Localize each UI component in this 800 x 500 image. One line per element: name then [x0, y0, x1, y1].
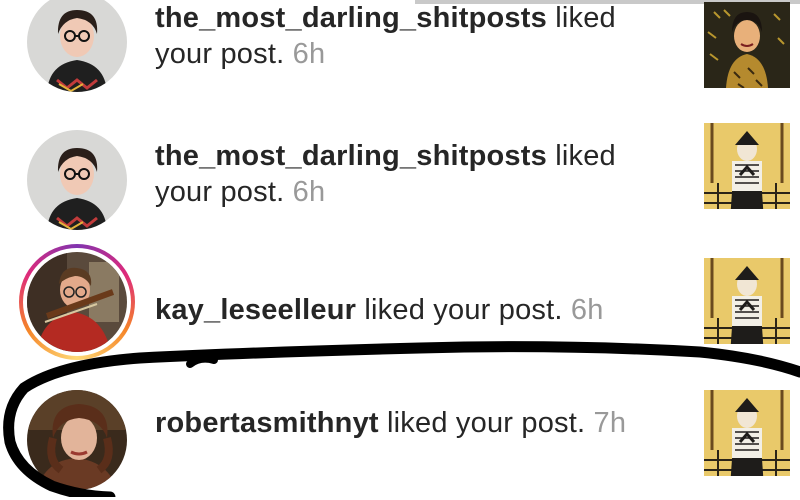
notification-text: robertasmithnyt liked your post. 7h	[155, 405, 665, 441]
username-link[interactable]: robertasmithnyt	[155, 407, 379, 439]
post-thumbnail[interactable]	[704, 123, 790, 209]
story-ring[interactable]	[19, 244, 135, 360]
action-text: liked your post.	[378, 407, 586, 439]
timestamp: 6h	[570, 294, 604, 326]
timestamp: 7h	[593, 407, 627, 439]
notification-row[interactable]: the_most_darling_shitposts liked your po…	[0, 0, 800, 102]
user-avatar[interactable]	[27, 390, 127, 490]
username-link[interactable]: the_most_darling_shitposts	[155, 2, 547, 34]
notification-row[interactable]: the_most_darling_shitposts liked your po…	[0, 120, 800, 240]
notification-row[interactable]: robertasmithnyt liked your post. 7h	[0, 380, 800, 500]
activity-feed: the_most_darling_shitposts liked your po…	[0, 0, 800, 497]
timestamp: 6h	[292, 38, 326, 70]
post-thumbnail[interactable]	[704, 258, 790, 344]
action-text: liked your post.	[356, 294, 563, 326]
timestamp: 6h	[292, 176, 326, 208]
post-thumbnail[interactable]	[704, 390, 790, 476]
user-avatar[interactable]	[27, 252, 127, 352]
notification-text: the_most_darling_shitposts liked your po…	[155, 138, 665, 210]
post-thumbnail[interactable]	[704, 2, 790, 88]
notification-row[interactable]: kay_leseelleur liked your post. 6h	[0, 240, 800, 360]
user-avatar[interactable]	[27, 130, 127, 230]
user-avatar[interactable]	[27, 0, 127, 92]
username-link[interactable]: the_most_darling_shitposts	[155, 140, 547, 172]
notification-text: kay_leseelleur liked your post. 6h	[155, 292, 665, 328]
notification-text: the_most_darling_shitposts liked your po…	[155, 0, 665, 72]
username-link[interactable]: kay_leseelleur	[155, 294, 356, 326]
